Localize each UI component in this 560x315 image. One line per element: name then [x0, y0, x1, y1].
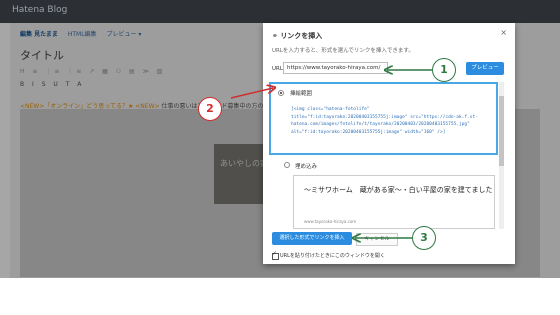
annotation-arrow-2 [230, 88, 273, 99]
annotation-badge-1: 1 [432, 58, 456, 82]
annotation-badge-3: 3 [412, 226, 436, 250]
annotation-arrows [230, 0, 432, 315]
annotation-badge-2: 2 [198, 97, 222, 121]
